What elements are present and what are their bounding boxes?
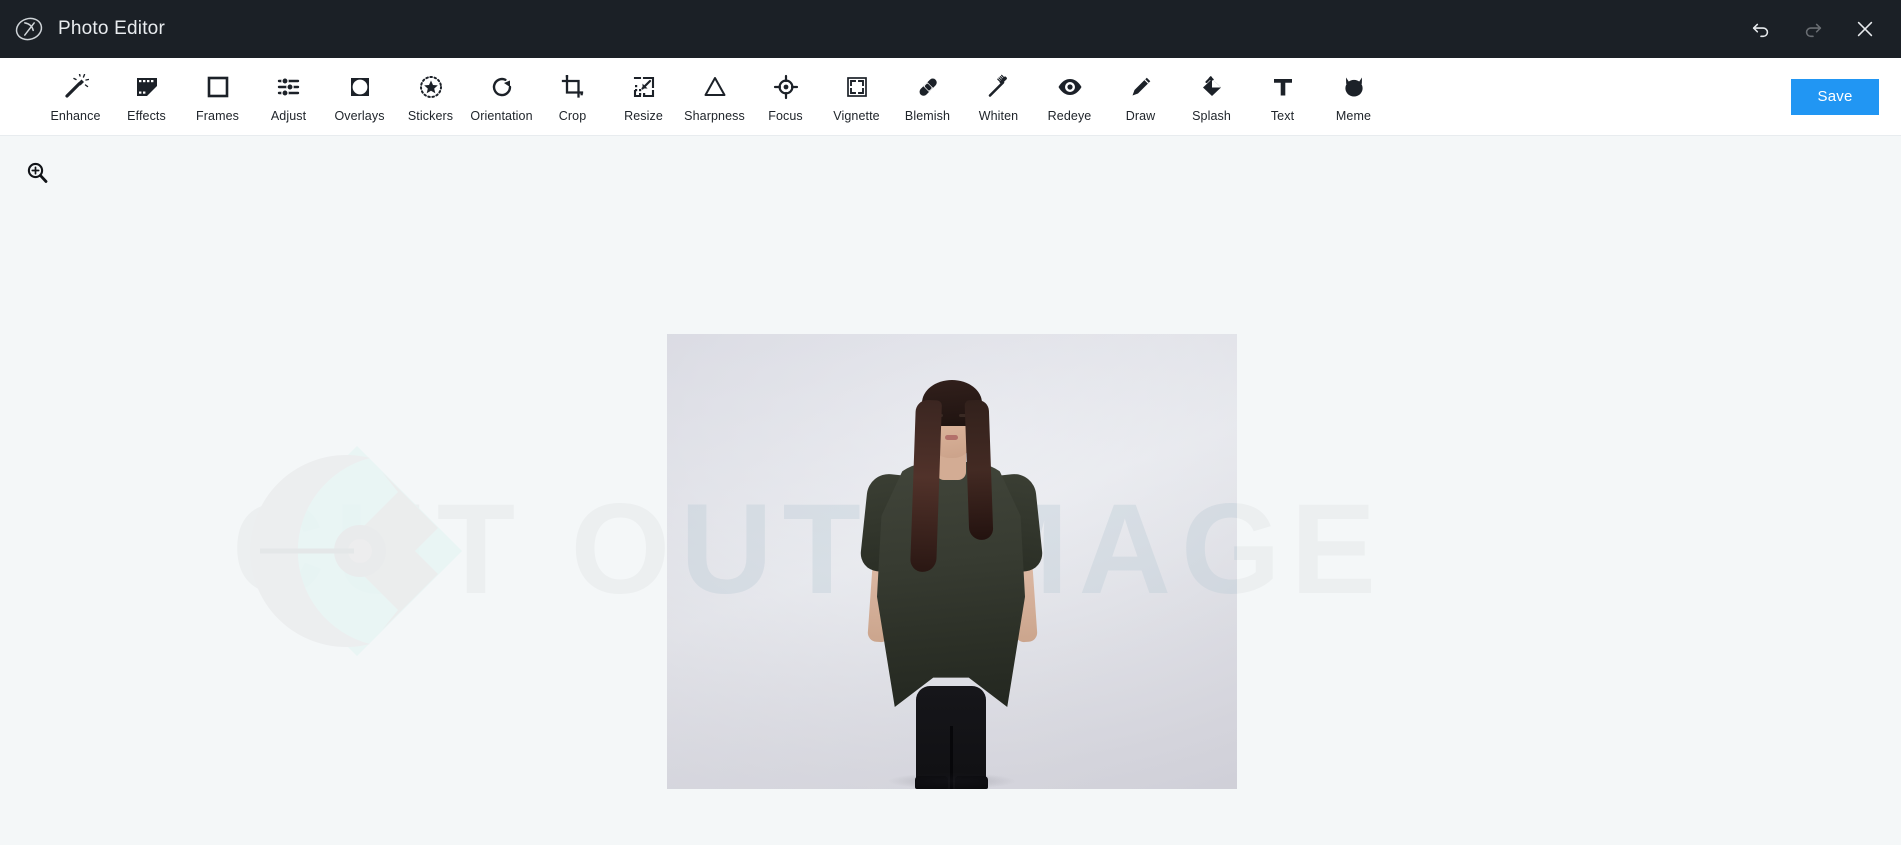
film-strip-icon — [133, 73, 161, 101]
paint-bucket-icon — [1198, 73, 1226, 101]
circle-in-square-icon — [346, 73, 374, 101]
floor-shadow — [889, 773, 1015, 789]
eye-icon — [1056, 73, 1084, 101]
tool-vignette[interactable]: Vignette — [821, 71, 892, 123]
tool-label: Redeye — [1047, 108, 1092, 123]
photo-editor-window: Photo Editor Enhance Effects Frames Adju… — [0, 0, 1901, 845]
tool-whiten[interactable]: Whiten — [963, 71, 1034, 123]
lips — [945, 435, 958, 440]
resize-arrow-icon — [630, 73, 658, 101]
redo-button[interactable] — [1801, 17, 1825, 41]
corner-brackets-square-icon — [843, 73, 871, 101]
tool-splash[interactable]: Splash — [1176, 71, 1247, 123]
crosshair-target-icon — [772, 73, 800, 101]
zoom-in-button[interactable] — [22, 158, 52, 188]
tool-label: Text — [1270, 108, 1295, 123]
tool-orientation[interactable]: Orientation — [466, 71, 537, 123]
tool-label: Enhance — [50, 108, 101, 123]
tool-label: Focus — [768, 108, 803, 123]
tool-frames[interactable]: Frames — [182, 71, 253, 123]
tool-effects[interactable]: Effects — [111, 71, 182, 123]
rotate-clockwise-icon — [488, 73, 516, 101]
tool-label: Meme — [1335, 108, 1372, 123]
text-t-icon — [1269, 73, 1297, 101]
tool-label: Resize — [624, 108, 663, 123]
crop-icon — [559, 73, 587, 101]
window-actions — [1749, 17, 1883, 41]
dotted-star-icon — [417, 73, 445, 101]
magic-wand-icon — [62, 73, 90, 101]
tool-draw[interactable]: Draw — [1105, 71, 1176, 123]
tool-label: Blemish — [904, 108, 951, 123]
tool-overlays[interactable]: Overlays — [324, 71, 395, 123]
tool-label: Effects — [127, 108, 166, 123]
triangle-icon — [701, 73, 729, 101]
photo-image: CUT OUT IMAGE — [667, 334, 1237, 789]
tool-blemish[interactable]: Blemish — [892, 71, 963, 123]
close-button[interactable] — [1853, 17, 1877, 41]
tool-label: Sharpness — [684, 108, 745, 123]
sliders-icon — [275, 73, 303, 101]
undo-arrow-icon — [1750, 18, 1772, 40]
tool-crop[interactable]: Crop — [537, 71, 608, 123]
creative-cloud-logo-icon — [14, 14, 44, 44]
tool-label: Stickers — [407, 108, 454, 123]
tool-text[interactable]: Text — [1247, 71, 1318, 123]
tool-list: Enhance Effects Frames Adjust Overlays S… — [40, 71, 1389, 123]
undo-button[interactable] — [1749, 17, 1773, 41]
tool-label: Overlays — [334, 108, 385, 123]
tool-redeye[interactable]: Redeye — [1034, 71, 1105, 123]
tool-label: Splash — [1192, 108, 1231, 123]
tool-resize[interactable]: Resize — [608, 71, 679, 123]
tool-label: Frames — [196, 108, 239, 123]
title-bar: Photo Editor — [0, 0, 1901, 58]
close-x-icon — [1854, 18, 1876, 40]
canvas-stage: CUT OUT IMAGE CUT OUT IMAGE — [0, 136, 1901, 845]
tool-label: Whiten — [978, 108, 1019, 123]
tunic-top — [877, 462, 1025, 707]
app-brand: Photo Editor — [14, 14, 165, 44]
hair-strand-right — [964, 399, 994, 541]
app-title: Photo Editor — [58, 18, 165, 39]
tool-sharpness[interactable]: Sharpness — [679, 71, 750, 123]
tool-meme[interactable]: Meme — [1318, 71, 1389, 123]
tool-label: Orientation — [470, 108, 533, 123]
model-figure — [667, 334, 1237, 789]
photo-canvas[interactable]: CUT OUT IMAGE — [667, 334, 1237, 789]
save-button[interactable]: Save — [1791, 78, 1879, 115]
tool-label: Vignette — [833, 108, 880, 123]
tool-label: Adjust — [270, 108, 307, 123]
bandage-icon — [914, 73, 942, 101]
square-frame-icon — [204, 73, 232, 101]
tool-stickers[interactable]: Stickers — [395, 71, 466, 123]
pencil-icon — [1127, 73, 1155, 101]
toothbrush-icon — [985, 73, 1013, 101]
tool-bar: Enhance Effects Frames Adjust Overlays S… — [0, 58, 1901, 136]
cat-face-icon — [1340, 73, 1368, 101]
tool-label: Draw — [1125, 108, 1156, 123]
zoom-in-magnifier-icon — [24, 160, 50, 186]
tool-adjust[interactable]: Adjust — [253, 71, 324, 123]
redo-arrow-icon — [1802, 18, 1824, 40]
tool-enhance[interactable]: Enhance — [40, 71, 111, 123]
cutout-image-logo-mark-icon — [250, 446, 462, 656]
tool-focus[interactable]: Focus — [750, 71, 821, 123]
tool-label: Crop — [558, 108, 587, 123]
